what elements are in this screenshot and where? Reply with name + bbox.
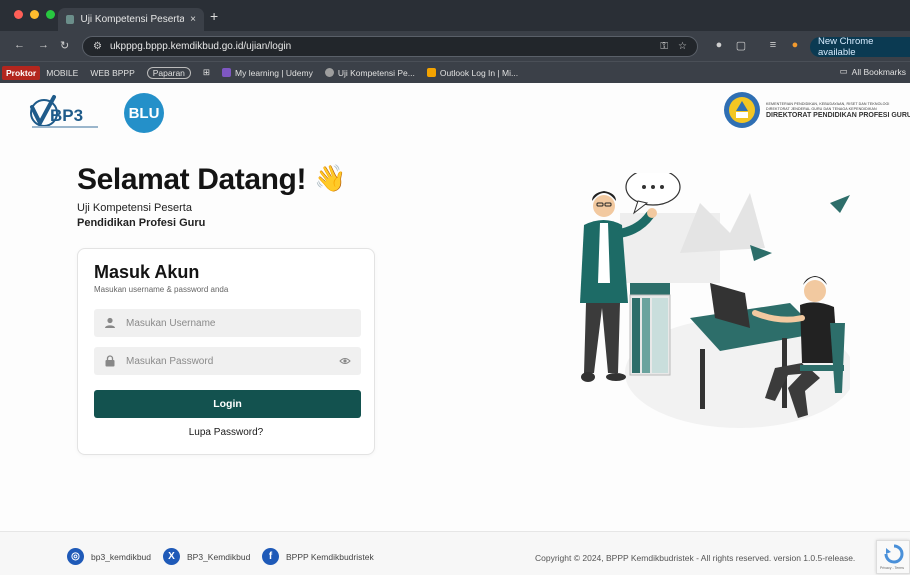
profile-avatar-icon[interactable]: ● (788, 39, 802, 53)
minimize-window-icon[interactable] (30, 10, 39, 19)
extension-icon[interactable]: ● (712, 39, 726, 53)
close-window-icon[interactable] (14, 10, 23, 19)
ministry-heading: KEMENTERIAN PENDIDIKAN, KEBUDAYAAN, RISE… (766, 102, 910, 120)
browser-tab[interactable]: Uji Kompetensi Peserta PPG × (58, 8, 204, 31)
tab-close-icon[interactable]: × (190, 14, 196, 25)
facebook-icon: f (262, 548, 279, 565)
maximize-window-icon[interactable] (46, 10, 55, 19)
reading-list-icon[interactable]: ≡ (766, 39, 780, 53)
bookmarks-bar: Proktor MOBILE WEB BPPP Paparan ⊞ My lea… (0, 61, 910, 83)
show-password-eye-icon[interactable] (339, 355, 351, 367)
password-key-icon[interactable]: ⚿ (660, 41, 668, 52)
address-bar[interactable]: ⚙ ukpppg.bppp.kemdikbud.go.id/ujian/logi… (82, 36, 698, 57)
tab-title: Uji Kompetensi Peserta PPG (80, 14, 185, 25)
svg-text:BP3: BP3 (50, 106, 83, 125)
outlook-icon (426, 68, 436, 77)
bookmark-star-icon[interactable]: ☆ (678, 41, 687, 52)
back-icon[interactable]: ← (14, 39, 25, 51)
password-field[interactable] (94, 347, 361, 375)
apps-grid-icon[interactable]: ⊞ (197, 67, 216, 78)
instagram-icon: ◎ (67, 548, 84, 565)
facebook-link[interactable]: f BPPP Kemdikbudristek (262, 548, 374, 565)
login-page: BP3 BLU KEMENTERIAN PENDIDIKAN, KEBUDAYA… (0, 83, 910, 575)
bookmark-outlook[interactable]: Outlook Log In | Mi... (421, 68, 524, 78)
waving-hand-icon: 👋 (314, 163, 347, 193)
browser-tabstrip: Uji Kompetensi Peserta PPG × + (0, 0, 910, 31)
globe-icon (324, 68, 334, 77)
welcome-heading: Selamat Datang! (77, 163, 307, 196)
login-hint: Masukan username & password anda (94, 285, 229, 294)
all-bookmarks-button[interactable]: ▭ All Bookmarks (840, 66, 906, 77)
subtitle-exam: Uji Kompetensi Peserta (77, 202, 192, 214)
forward-icon[interactable]: → (38, 39, 49, 51)
login-title: Masuk Akun (94, 262, 200, 282)
bookmark-udemy[interactable]: My learning | Udemy (216, 68, 319, 78)
username-field[interactable] (94, 309, 361, 337)
window-controls (14, 10, 55, 19)
url-text: ukpppg.bppp.kemdikbud.go.id/ujian/login (109, 41, 292, 52)
recaptcha-badge[interactable]: Privacy - Terms (876, 540, 910, 574)
udemy-icon (222, 68, 232, 77)
copyright-text: Copyright © 2024, BPPP Kemdikbudristek -… (535, 553, 856, 563)
bookmark-mobile[interactable]: MOBILE (40, 68, 84, 78)
blu-logo: BLU (124, 93, 164, 133)
forgot-password-link[interactable]: Lupa Password? (78, 427, 374, 438)
reload-icon[interactable]: ↻ (60, 39, 69, 52)
login-card: Masuk Akun Masukan username & password a… (77, 248, 375, 455)
extensions-puzzle-icon[interactable]: ▢ (734, 39, 748, 53)
bookmark-proktor[interactable]: Proktor (2, 65, 41, 80)
folder-icon: ▭ (839, 66, 848, 76)
login-button[interactable]: Login (94, 390, 361, 418)
page-footer: ◎ bp3_kemdikbud X BP3_Kemdikbud f BPPP K… (0, 531, 910, 575)
x-icon: X (163, 548, 180, 565)
bookmark-web-bppp[interactable]: WEB BPPP (84, 68, 140, 78)
recaptcha-terms[interactable]: Privacy - Terms (880, 566, 904, 570)
password-input[interactable] (126, 355, 326, 367)
user-icon (105, 317, 115, 328)
teacher-student-illustration (580, 173, 850, 428)
username-input[interactable] (126, 317, 326, 329)
site-info-icon[interactable]: ⚙ (93, 41, 102, 52)
new-tab-button[interactable]: + (210, 8, 218, 24)
subtitle-program: Pendidikan Profesi Guru (77, 217, 206, 229)
recaptcha-icon (884, 544, 904, 564)
bp3-logo: BP3 (30, 95, 98, 128)
bookmark-paparan[interactable]: Paparan (146, 66, 191, 79)
bookmark-uji-kompetensi[interactable]: Uji Kompetensi Pe... (319, 68, 421, 78)
instagram-link[interactable]: ◎ bp3_kemdikbud (67, 548, 151, 565)
new-chrome-available-button[interactable]: New Chrome available (810, 36, 910, 58)
x-twitter-link[interactable]: X BP3_Kemdikbud (163, 548, 250, 565)
lock-icon (105, 355, 115, 367)
tut-wuri-handayani-logo (724, 92, 760, 128)
tab-favicon-icon (66, 15, 75, 24)
